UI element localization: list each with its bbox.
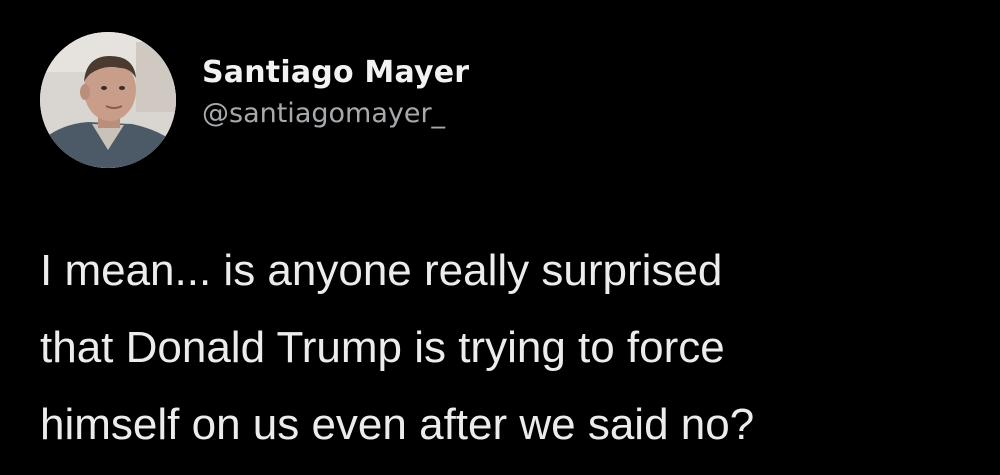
author-display-name[interactable]: Santiago Mayer: [202, 53, 469, 93]
author-info: Santiago Mayer @santiagomayer_: [202, 53, 469, 133]
author-handle[interactable]: @santiagomayer_: [202, 95, 469, 133]
avatar-photo-icon: [40, 32, 176, 168]
tweet-card: Santiago Mayer @santiagomayer_ I mean...…: [0, 0, 1000, 475]
tweet-header: Santiago Mayer @santiagomayer_: [40, 32, 469, 168]
tweet-text: I mean... is anyone really surprised tha…: [40, 246, 755, 449]
avatar[interactable]: [40, 32, 176, 168]
